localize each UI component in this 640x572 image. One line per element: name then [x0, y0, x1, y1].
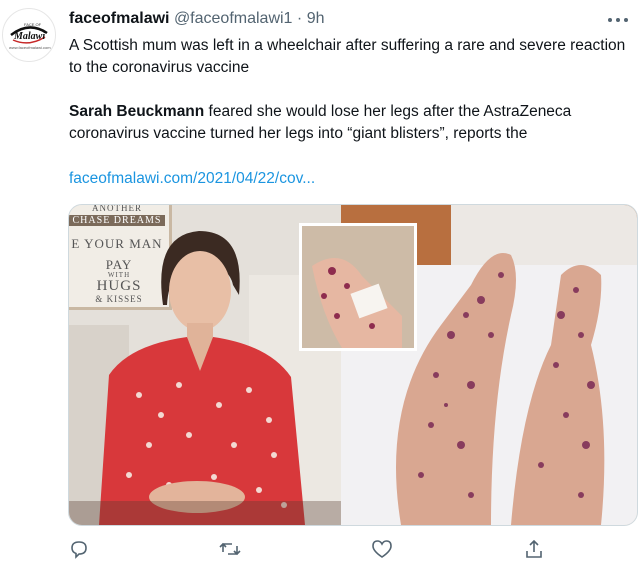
tweet-media-image[interactable]: ANOTHER CHASE DREAMS E YOUR MAN PAY WITH…: [68, 204, 638, 526]
avatar[interactable]: FACE OF Malawi www.faceofmalawi.com: [2, 8, 56, 62]
more-options-icon[interactable]: [606, 14, 630, 26]
retweet-icon[interactable]: [219, 538, 241, 560]
article-link[interactable]: faceofmalawi.com/2021/04/22/cov...: [69, 170, 315, 187]
hand-figure: [302, 226, 414, 348]
share-icon[interactable]: [523, 538, 545, 560]
like-icon[interactable]: [371, 538, 393, 560]
tweet-text-paragraph-1: A Scottish mum was left in a wheelchair …: [69, 37, 626, 76]
tweet-timestamp[interactable]: 9h: [307, 10, 325, 27]
avatar-logo-text: Malawi: [13, 31, 45, 42]
tweet-actions-bar: [68, 532, 628, 566]
display-name[interactable]: faceofmalawi: [69, 10, 169, 27]
reply-icon[interactable]: [68, 538, 90, 560]
avatar-logo-small-text: FACE OF: [24, 22, 42, 27]
tweet-bold-name: Sarah Beuckmann: [69, 103, 205, 120]
tweet-text-paragraph-2: Sarah Beuckmann feared she would lose he…: [69, 101, 629, 145]
tweet-link-paragraph: faceofmalawi.com/2021/04/22/cov...: [69, 168, 629, 190]
avatar-logo-icon: FACE OF Malawi: [10, 22, 48, 44]
tweet-card[interactable]: FACE OF Malawi www.faceofmalawi.com face…: [0, 0, 640, 572]
inset-photo-hand: [299, 223, 417, 351]
avatar-url-text: www.faceofmalawi.com: [9, 45, 51, 50]
tweet-header: faceofmalawi @faceofmalawi1 · 9h: [69, 8, 324, 30]
header-separator: ·: [296, 10, 303, 27]
user-handle[interactable]: @faceofmalawi1: [174, 10, 293, 27]
